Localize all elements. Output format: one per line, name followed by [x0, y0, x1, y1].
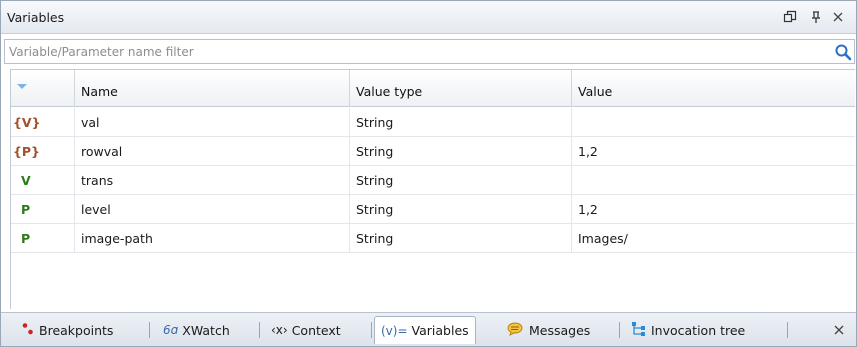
tab-invocation-tree[interactable]: Invocation tree [625, 317, 751, 343]
tab-breakpoints[interactable]: Breakpoints [15, 317, 119, 343]
variable-type: String [356, 173, 394, 188]
variable-value: 1,2 [578, 144, 598, 159]
variable-kind-icon: V [21, 173, 31, 188]
table-row[interactable]: V trans String [11, 166, 855, 195]
variable-name: trans [81, 173, 114, 188]
tab-xwatch[interactable]: 6ɑ XWatch [157, 317, 236, 343]
variable-name: val [81, 115, 100, 130]
table-row[interactable]: {P} rowval String 1,2 [11, 137, 855, 166]
tab-messages[interactable]: Messages [501, 317, 596, 343]
variables-panel: Variables Name Value type Value {V} val … [0, 0, 857, 347]
messages-icon [507, 322, 525, 339]
column-header-name[interactable]: Name [75, 70, 350, 107]
variable-name: image-path [81, 231, 153, 246]
variable-name: level [81, 202, 111, 217]
tab-variables[interactable]: (v)= Variables [374, 316, 476, 344]
variable-value: 1,2 [578, 202, 598, 217]
column-header-value-type[interactable]: Value type [350, 70, 572, 107]
parameter-kind-icon: {P} [13, 144, 40, 159]
table-row[interactable]: P level String 1,2 [11, 195, 855, 224]
xwatch-icon: 6ɑ [163, 323, 179, 337]
column-header-kind[interactable] [11, 70, 75, 107]
search-icon[interactable] [834, 43, 852, 61]
table-row[interactable]: P image-path String Images/ [11, 224, 855, 253]
tab-context[interactable]: ‹x› Context [265, 317, 347, 343]
name-filter [4, 39, 855, 64]
panel-title: Variables [7, 10, 65, 25]
invocation-tree-icon [631, 321, 647, 340]
sort-arrow-icon [17, 84, 27, 89]
variable-type: String [356, 144, 394, 159]
variable-value: Images/ [578, 231, 628, 246]
view-tab-bar: Breakpoints 6ɑ XWatch ‹x› Context (v)= V… [1, 312, 856, 346]
restore-icon[interactable] [781, 8, 799, 26]
variable-type: String [356, 202, 394, 217]
variables-table: Name Value type Value {V} val String {P}… [10, 69, 855, 309]
pin-icon[interactable] [807, 8, 825, 26]
close-panel-icon[interactable] [829, 8, 847, 26]
parameter-kind-icon: P [21, 202, 31, 217]
name-filter-input[interactable] [9, 43, 829, 60]
variable-name: rowval [81, 144, 123, 159]
table-row[interactable]: {V} val String [11, 108, 855, 137]
variables-icon: (v)= [381, 323, 408, 338]
parameter-kind-icon: P [21, 231, 31, 246]
variable-kind-icon: {V} [13, 115, 41, 130]
panel-title-bar: Variables [1, 1, 856, 34]
variable-type: String [356, 231, 394, 246]
breakpoints-icon [21, 322, 35, 339]
column-header-value[interactable]: Value [572, 70, 855, 107]
context-icon: ‹x› [271, 323, 288, 337]
close-tab-icon[interactable] [831, 322, 847, 338]
variable-type: String [356, 115, 394, 130]
table-header: Name Value type Value [11, 70, 855, 107]
